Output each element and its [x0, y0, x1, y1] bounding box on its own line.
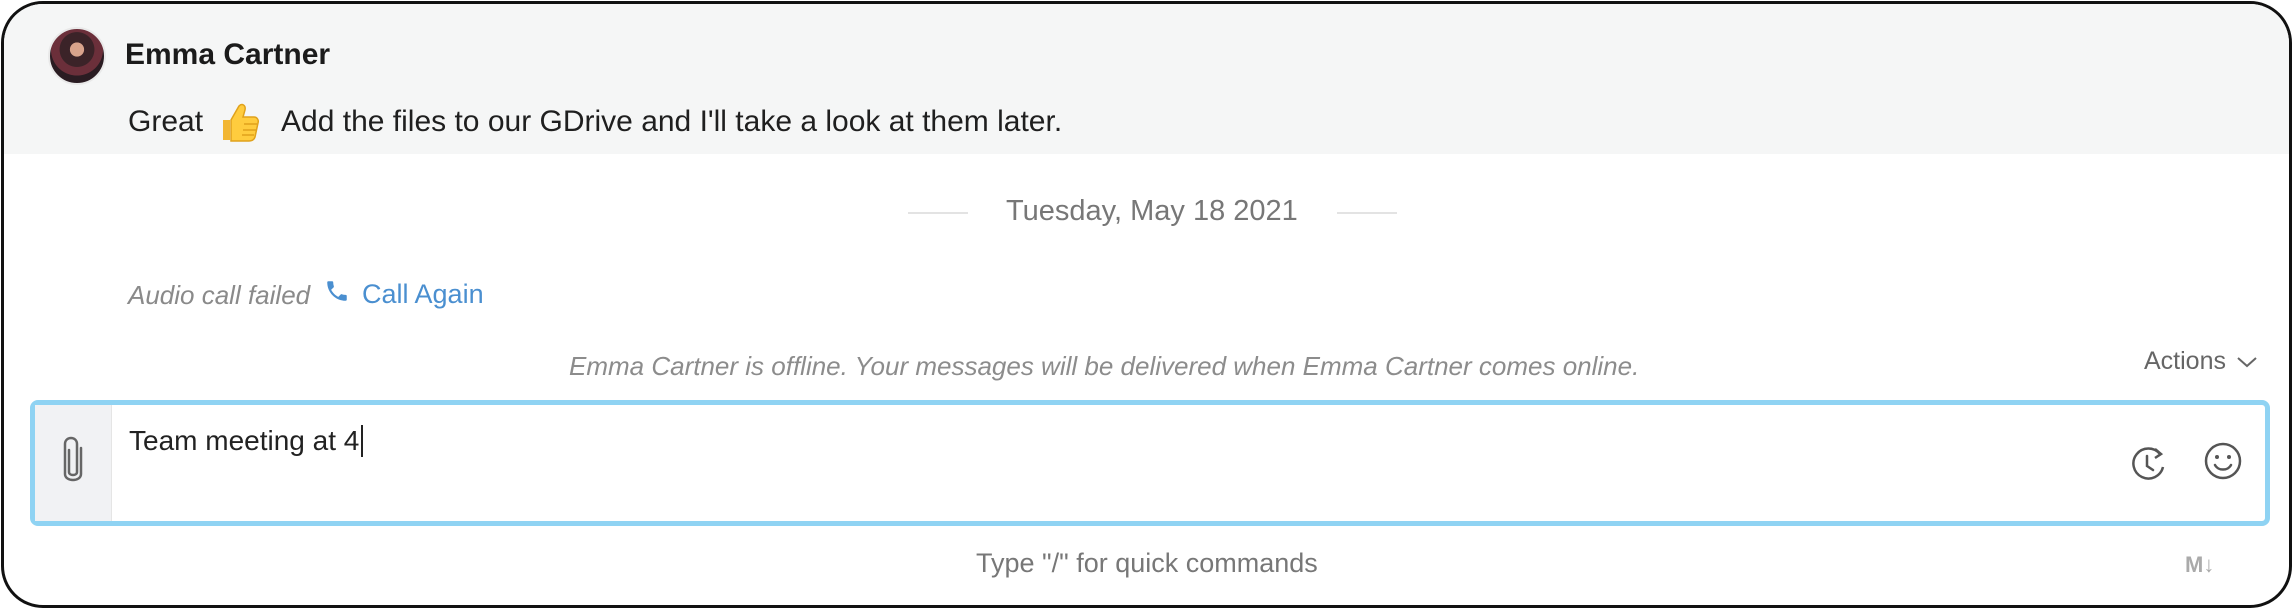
avatar[interactable]: [48, 27, 106, 85]
message-input[interactable]: Team meeting at 4: [129, 425, 364, 457]
message-sender[interactable]: Emma Cartner: [125, 38, 330, 72]
call-again-label: Call Again: [362, 279, 484, 309]
message-text-before: Great: [128, 105, 204, 138]
paperclip-icon: [57, 432, 89, 495]
thumbs-up-emoji-icon: [217, 100, 261, 144]
message-text-after: Add the files to our GDrive and I'll tak…: [281, 105, 1063, 138]
message-text: Great Add the files to our GDrive and I'…: [128, 100, 1062, 144]
actions-label: Actions: [2144, 347, 2226, 375]
date-divider-right: [1337, 212, 1397, 214]
attach-button[interactable]: [35, 405, 112, 521]
call-again-button[interactable]: Call Again: [324, 278, 484, 311]
date-separator: Tuesday, May 18 2021: [1006, 195, 1298, 227]
text-caret: [361, 425, 364, 457]
offline-notice: Emma Cartner is offline. Your messages w…: [569, 351, 1640, 381]
markdown-icon[interactable]: M↓: [2185, 552, 2214, 578]
chevron-down-icon: [2236, 347, 2258, 376]
actions-dropdown[interactable]: Actions: [2144, 347, 2258, 376]
message-input-value: Team meeting at 4: [129, 425, 360, 456]
emoji-icon: [2203, 442, 2243, 485]
date-divider-left: [908, 212, 968, 214]
message-composer: Team meeting at 4: [30, 400, 2270, 526]
phone-icon: [324, 278, 350, 311]
schedule-icon: [2127, 447, 2169, 489]
quick-commands-hint: Type "/" for quick commands: [976, 548, 1318, 578]
chat-window: Emma Cartner Great Add the files to our …: [1, 1, 2292, 608]
schedule-message-button[interactable]: [2127, 443, 2169, 490]
call-status: Audio call failed: [128, 280, 311, 310]
message-item: Emma Cartner Great Add the files to our …: [4, 4, 2289, 154]
emoji-picker-button[interactable]: [2203, 441, 2243, 486]
